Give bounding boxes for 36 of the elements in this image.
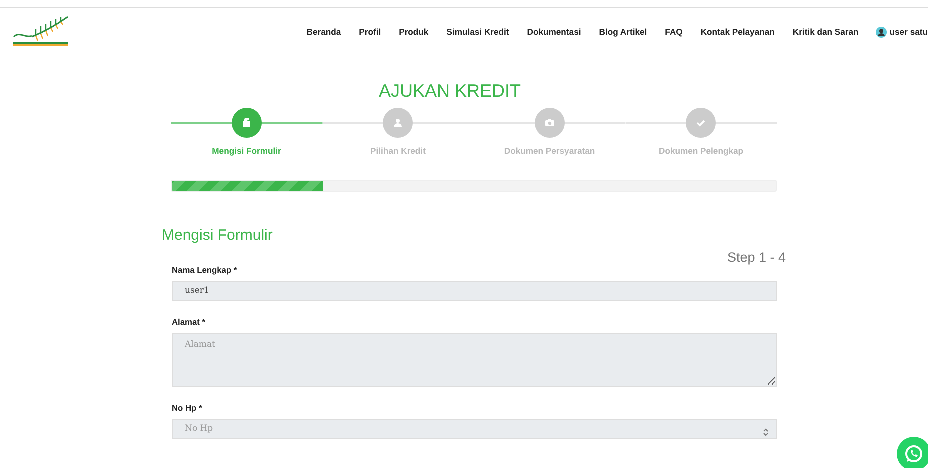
- spinner-arrows-icon[interactable]: [763, 428, 769, 437]
- field-label: Alamat *: [172, 317, 207, 327]
- nav-link[interactable]: Produk: [399, 27, 429, 37]
- check-icon: [696, 118, 706, 128]
- nav-link[interactable]: Dokumentasi: [527, 27, 582, 37]
- field-label: Nama Lengkap *: [172, 265, 238, 275]
- step-label: Dokumen Persyaratan: [504, 146, 596, 156]
- nav-link[interactable]: Profil: [359, 27, 382, 37]
- avatar-icon: [876, 26, 887, 38]
- person-icon: [393, 118, 404, 128]
- step-label: Mengisi Formulir: [212, 146, 282, 156]
- step-circle[interactable]: [686, 108, 716, 138]
- user-menu-link[interactable]: user satu: [890, 27, 928, 37]
- page-title: AJUKAN KREDIT: [378, 81, 522, 102]
- camera-icon: [544, 118, 555, 128]
- field-label: No Hp *: [172, 403, 204, 413]
- section-title: Mengisi Formulir: [162, 227, 274, 244]
- whatsapp-button[interactable]: [897, 437, 928, 468]
- step-circle[interactable]: [534, 108, 565, 138]
- name-field[interactable]: user1: [172, 281, 777, 301]
- nav-link[interactable]: Blog Artikel: [599, 27, 648, 37]
- unlock-icon: [242, 118, 252, 128]
- whatsapp-icon: [904, 444, 924, 464]
- nav-link[interactable]: Simulasi Kredit: [446, 27, 510, 37]
- phone-field[interactable]: No Hp: [172, 419, 777, 439]
- nav-link[interactable]: FAQ: [665, 27, 683, 37]
- step-label: Pilihan Kredit: [370, 146, 426, 156]
- step-label: Dokumen Pelengkap: [658, 146, 744, 156]
- step-circle[interactable]: [232, 108, 262, 138]
- nav-link[interactable]: Beranda: [306, 27, 342, 37]
- step-counter: Step 1 - 4: [726, 250, 786, 265]
- nav-link[interactable]: Kritik dan Saran: [792, 27, 859, 37]
- address-field[interactable]: Alamat: [172, 333, 777, 387]
- nav-link[interactable]: Kontak Pelayanan: [700, 27, 775, 37]
- fern-logo[interactable]: [12, 15, 70, 49]
- step-circle[interactable]: [383, 108, 414, 138]
